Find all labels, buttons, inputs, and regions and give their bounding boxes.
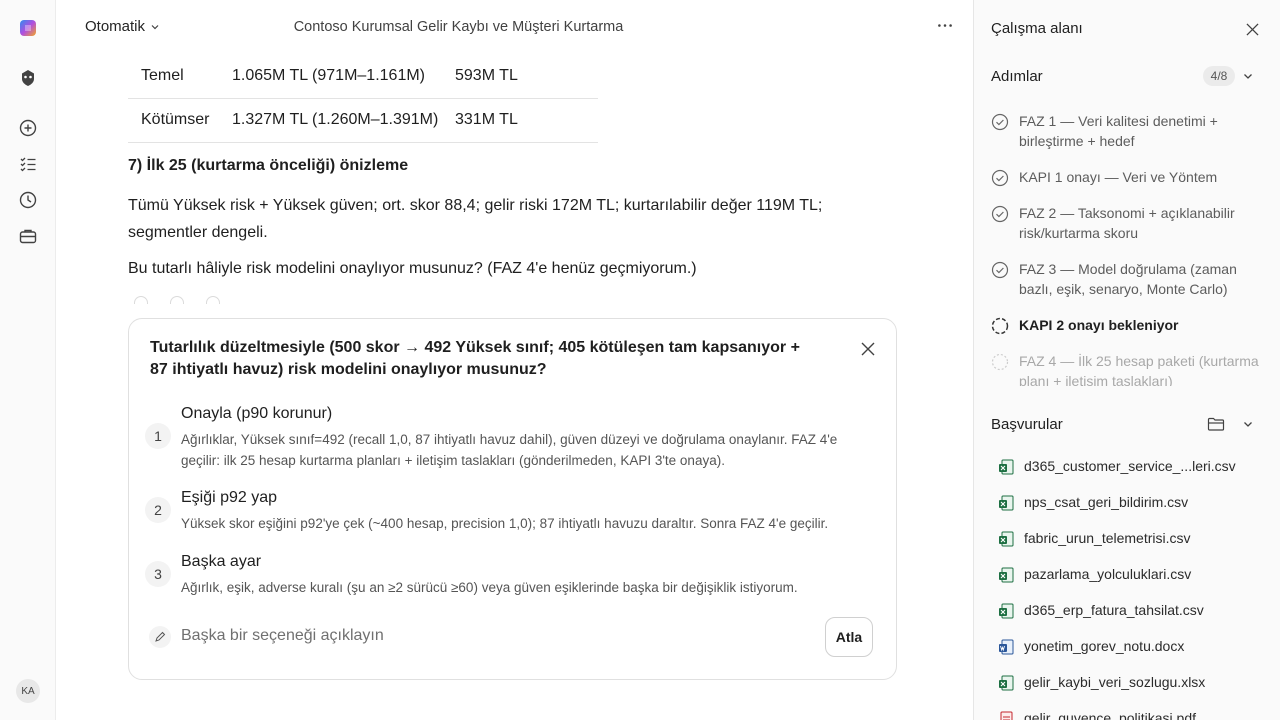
step-label: FAZ 2 — Taksonomi + açıklanabilir risk/k… <box>1019 205 1235 241</box>
file-item[interactable]: d365_erp_fatura_tahsilat.csv <box>998 599 1268 623</box>
option-title: Başka ayar <box>181 553 262 570</box>
folder-icon[interactable] <box>1207 416 1225 432</box>
section-heading: 7) İlk 25 (kurtarma önceliği) önizleme <box>128 157 409 174</box>
file-item[interactable]: gelir_guvence_politikasi.pdf <box>998 707 1268 720</box>
file-item[interactable]: pazarlama_yolculuklari.csv <box>998 563 1268 587</box>
table-cell: 1.327M TL (1.260M–1.391M) <box>232 98 455 143</box>
check-circle-icon <box>991 205 1009 223</box>
briefcase-icon[interactable] <box>14 222 42 250</box>
pending-circle-icon <box>991 353 1009 371</box>
file-item[interactable]: gelir_kaybi_veri_sozlugu.xlsx <box>998 671 1268 695</box>
approval-question-card: Tutarlılık düzeltmesiyle (500 skor → 492… <box>128 318 897 680</box>
thumbs-up-icon[interactable] <box>170 296 184 304</box>
option-number: 2 <box>145 497 171 523</box>
left-rail: KA <box>0 0 56 720</box>
table-cell: 1.065M TL (971M–1.161M) <box>232 54 455 99</box>
table-cell: 331M TL <box>455 98 598 143</box>
file-name: yonetim_gorev_notu.docx <box>1024 638 1185 654</box>
header: Otomatik Contoso Kurumsal Gelir Kaybı ve… <box>56 0 973 54</box>
file-name: gelir_kaybi_veri_sozlugu.xlsx <box>1024 674 1206 690</box>
option-number: 3 <box>145 561 171 587</box>
excel-file-icon <box>999 531 1014 547</box>
excel-file-icon <box>999 603 1014 619</box>
file-name: pazarlama_yolculuklari.csv <box>1024 566 1192 582</box>
chevron-down-icon[interactable] <box>1240 416 1256 432</box>
file-name: d365_customer_service_...leri.csv <box>1024 458 1236 474</box>
pdf-file-icon <box>1000 711 1013 720</box>
option-description: Ağırlık, eşik, adverse kuralı (şu an ≥2 … <box>181 580 798 595</box>
table-row: Kötümser 1.327M TL (1.260M–1.391M) 331M … <box>128 98 598 143</box>
file-name: fabric_urun_telemetrisi.csv <box>1024 530 1191 546</box>
step-label: KAPI 1 onayı — Veri ve Yöntem <box>1019 169 1218 185</box>
step-label: KAPI 2 onayı bekleniyor <box>1019 317 1179 333</box>
more-options-icon[interactable] <box>934 14 956 36</box>
pencil-icon <box>149 626 171 648</box>
file-item[interactable]: nps_csat_geri_bildirim.csv <box>998 491 1268 515</box>
option-description: Yüksek skor eşiğini p92'ye çek (~400 hes… <box>181 516 829 531</box>
file-name: d365_erp_fatura_tahsilat.csv <box>1024 602 1204 618</box>
summary-paragraph: Tümü Yüksek risk + Yüksek güven; ort. sk… <box>128 197 823 241</box>
agent-icon[interactable] <box>14 64 42 92</box>
file-name: nps_csat_geri_bildirim.csv <box>1024 494 1189 510</box>
option-description: Ağırlıklar, Yüksek sınıf=492 (recall 1,0… <box>181 432 838 468</box>
file-item[interactable]: d365_customer_service_...leri.csv <box>998 455 1268 479</box>
chevron-down-icon[interactable] <box>1240 68 1256 84</box>
other-option-input[interactable] <box>181 627 781 645</box>
conversation-title: Contoso Kurumsal Gelir Kaybı ve Müşteri … <box>293 19 624 35</box>
references-heading: Başvurular <box>991 416 1063 433</box>
history-icon[interactable] <box>14 186 42 214</box>
excel-file-icon <box>999 567 1014 583</box>
table-row: Temel 1.065M TL (971M–1.161M) 593M TL <box>128 54 598 99</box>
close-icon[interactable] <box>1242 19 1262 39</box>
step-label: FAZ 3 — Model doğrulama (zaman bazlı, eş… <box>1019 261 1237 297</box>
chat-content: Temel 1.065M TL (971M–1.161M) 593M TL Kö… <box>128 54 898 304</box>
other-option-row: Atla <box>145 617 877 659</box>
panel-title: Çalışma alanı <box>991 20 1083 37</box>
question-paragraph: Bu tutarlı hâliyle risk modelini onaylıy… <box>128 260 697 277</box>
scenario-table: Temel 1.065M TL (971M–1.161M) 593M TL Kö… <box>128 54 598 143</box>
excel-file-icon <box>999 495 1014 511</box>
excel-file-icon <box>999 675 1014 691</box>
table-cell: 593M TL <box>455 54 598 99</box>
check-circle-icon <box>991 169 1009 187</box>
option-number: 1 <box>145 423 171 449</box>
steps-count-badge: 4/8 <box>1203 66 1235 86</box>
copy-icon[interactable] <box>134 296 148 304</box>
steps-list: FAZ 1 — Veri kalitesi denetimi + birleşt… <box>991 108 1271 386</box>
step-label: FAZ 1 — Veri kalitesi denetimi + birleşt… <box>1019 113 1218 149</box>
tasks-icon[interactable] <box>14 150 42 178</box>
workspace-panel: Çalışma alanı Adımlar 4/8 FAZ 1 — Veri k… <box>973 0 1280 720</box>
card-question: Tutarlılık düzeltmesiyle (500 skor → 492… <box>150 339 800 378</box>
message-actions <box>134 296 220 304</box>
option-title: Onayla (p90 korunur) <box>181 405 333 422</box>
table-cell: Kötümser <box>128 98 232 143</box>
thumbs-down-icon[interactable] <box>206 296 220 304</box>
check-circle-icon <box>991 113 1009 131</box>
file-name: gelir_guvence_politikasi.pdf <box>1024 710 1196 720</box>
excel-file-icon <box>999 459 1014 475</box>
copilot-logo-icon[interactable] <box>14 14 42 42</box>
new-chat-icon[interactable] <box>14 114 42 142</box>
option-title: Eşiği p92 yap <box>181 489 278 506</box>
table-cell: Temel <box>128 54 232 99</box>
progress-spinner-icon <box>991 317 1009 335</box>
check-circle-icon <box>991 261 1009 279</box>
skip-button[interactable]: Atla <box>825 617 873 657</box>
steps-heading: Adımlar <box>991 68 1043 85</box>
file-item[interactable]: yonetim_gorev_notu.docx <box>998 635 1268 659</box>
word-file-icon <box>999 639 1014 655</box>
close-icon[interactable] <box>858 339 878 359</box>
avatar[interactable]: KA <box>16 679 40 703</box>
step-label: FAZ 4 — İlk 25 hesap paketi (kurtarma pl… <box>1019 353 1259 386</box>
file-item[interactable]: fabric_urun_telemetrisi.csv <box>998 527 1268 551</box>
